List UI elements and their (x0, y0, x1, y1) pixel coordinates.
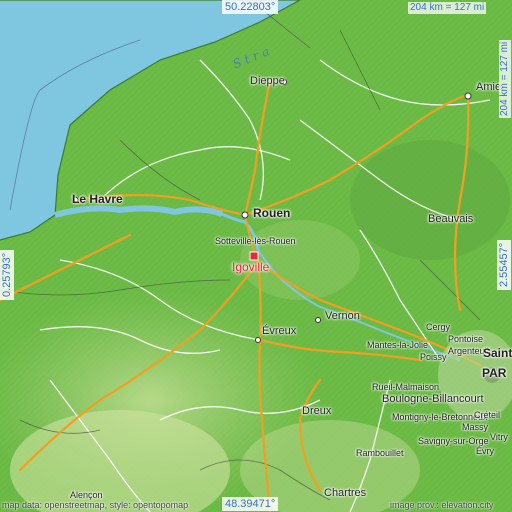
place-label-mantes: Mantes-la-Jolie (367, 340, 429, 350)
place-label-pontoise: Pontoise (448, 334, 484, 344)
scale-label-top: 204 km = 127 mi (408, 2, 487, 14)
coord-top: 50.22803° (222, 0, 279, 14)
place-label-rambouillet: Rambouillet (356, 448, 404, 458)
place-label-vitry: Vitry (490, 432, 508, 442)
place-label-paris: PAR (482, 366, 507, 380)
place-label-poissy: Poissy (420, 352, 447, 362)
place-label-vernon: Vernon (325, 310, 360, 322)
place-label-sotteville: Sotteville-lès-Rouen (215, 236, 296, 246)
place-label-rouen: Rouen (253, 206, 291, 220)
coord-right: 2.55457° (497, 239, 511, 290)
place-label-dreux: Dreux (302, 405, 332, 417)
place-label-saint: Saint (483, 346, 512, 360)
place-label-evreux: Évreux (262, 325, 297, 337)
place-label-massy: Massy (462, 422, 489, 432)
place-label-le-havre: Le Havre (72, 192, 123, 206)
credit-image-provider: image prov.: elevation.city (390, 500, 494, 510)
scale-label-right: 204 km = 127 mi (499, 39, 511, 118)
coord-bottom: 48.39471° (222, 497, 279, 511)
place-label-beauvais: Beauvais (428, 213, 474, 225)
coord-left: 0.25793° (0, 249, 14, 300)
place-label-cergy: Cergy (426, 322, 451, 332)
place-label-rueil: Rueil-Malmaison (372, 382, 440, 392)
place-label-amiens: Amie (476, 81, 502, 93)
credit-map-data: map data: openstreetmap, style: opentopo… (2, 500, 189, 510)
place-label-evry: Évry (476, 446, 494, 456)
place-label-boulogne: Boulogne-Billancourt (382, 393, 484, 405)
place-label-chartres: Chartres (324, 487, 367, 499)
place-label-creteil: Créteil (474, 410, 501, 420)
map-view[interactable]: Stra Dieppe Amie Le Havre Rouen Sottevil… (0, 0, 512, 512)
highlight-town-label[interactable]: Igoville (232, 261, 269, 273)
place-label-dieppe: Dieppe (250, 75, 285, 87)
